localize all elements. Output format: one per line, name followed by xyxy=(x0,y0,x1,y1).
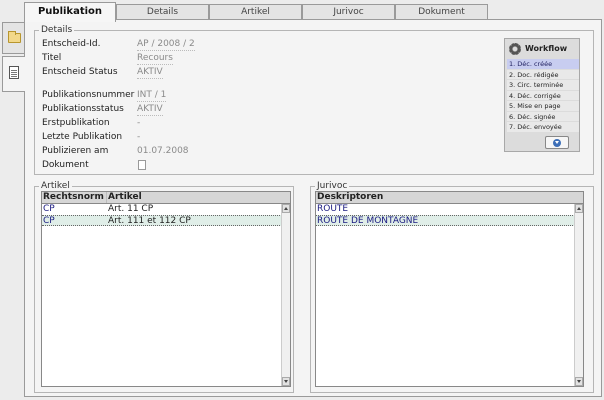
gear-icon xyxy=(509,43,521,55)
workflow-step: 2. Doc. rédigée xyxy=(507,69,579,80)
document-icon xyxy=(9,66,19,79)
workflow-steps: 1. Déc. créée 2. Doc. rédigée 3. Circ. t… xyxy=(507,59,579,133)
field-value[interactable]: Recours xyxy=(137,52,173,65)
column-header-rechtsnorm[interactable]: Rechtsnorm xyxy=(42,192,106,203)
workflow-panel: Workflow 1. Déc. créée 2. Doc. rédigée 3… xyxy=(504,38,580,152)
cell-artikel: Art. 111 et 112 CP xyxy=(108,216,191,226)
workflow-step: 5. Mise en page xyxy=(507,101,579,112)
scrollbar[interactable] xyxy=(574,204,583,386)
field-label: Entscheid Status xyxy=(42,67,118,77)
table-row[interactable]: ROUTE xyxy=(316,204,575,215)
table-header: Deskriptoren xyxy=(316,192,583,204)
workflow-step: 6. Déc. signée xyxy=(507,111,579,122)
column-header-artikel[interactable]: Artikel xyxy=(107,192,142,203)
field-label: Letzte Publikation xyxy=(42,132,123,142)
field-value: - xyxy=(137,132,141,142)
artikel-legend: Artikel xyxy=(41,181,70,191)
field-value[interactable]: AKTIV xyxy=(137,66,163,79)
tab-bar: Publikation Details Artikel Jurivoc Doku… xyxy=(24,2,490,22)
details-legend: Details xyxy=(41,25,73,35)
workflow-step: 4. Déc. corrigée xyxy=(507,90,579,101)
table-header: Rechtsnorm Artikel xyxy=(42,192,290,204)
tab-publikation[interactable]: Publikation xyxy=(24,2,116,22)
table-row[interactable]: ROUTE DE MONTAGNE xyxy=(316,215,575,226)
table-row[interactable]: CP Art. 111 et 112 CP xyxy=(42,215,282,226)
jurivoc-legend: Jurivoc xyxy=(317,181,348,191)
workflow-step: 3. Circ. terminée xyxy=(507,80,579,91)
field-value[interactable]: AKTIV xyxy=(137,103,163,116)
artikel-table: Rechtsnorm Artikel CP Art. 11 CP CP Art.… xyxy=(41,191,291,387)
scroll-up-icon[interactable] xyxy=(282,204,290,213)
scrollbar[interactable] xyxy=(281,204,290,386)
scroll-down-icon[interactable] xyxy=(575,377,583,386)
field-value[interactable]: AP / 2008 / 2 xyxy=(137,38,195,51)
cell-deskriptor: ROUTE xyxy=(317,204,349,214)
scroll-down-icon[interactable] xyxy=(282,377,290,386)
document-icon[interactable] xyxy=(138,160,146,170)
jurivoc-table: Deskriptoren ROUTE ROUTE DE MONTAGNE xyxy=(315,191,584,387)
field-label: Publikationsstatus xyxy=(42,104,124,114)
workflow-step: 1. Déc. créée xyxy=(507,59,579,70)
workflow-step: 7. Déc. envoyée xyxy=(507,122,579,133)
side-tab-folder[interactable] xyxy=(2,22,25,54)
scroll-up-icon[interactable] xyxy=(575,204,583,213)
workflow-title: Workflow xyxy=(525,44,568,53)
field-label: Dokument xyxy=(42,160,89,170)
cell-artikel: Art. 11 CP xyxy=(108,204,154,214)
side-tab-document[interactable] xyxy=(2,56,25,92)
cell-rechtsnorm: CP xyxy=(43,216,55,226)
table-row[interactable]: CP Art. 11 CP xyxy=(42,204,282,215)
column-header-deskriptoren[interactable]: Deskriptoren xyxy=(316,192,383,203)
field-label: Titel xyxy=(42,53,62,63)
field-label: Publikationsnummer xyxy=(42,90,135,100)
arrow-down-icon xyxy=(553,139,561,147)
field-value[interactable]: INT / 1 xyxy=(137,89,167,102)
field-value: - xyxy=(137,118,141,128)
cell-rechtsnorm: CP xyxy=(43,204,55,214)
field-label: Erstpublikation xyxy=(42,118,110,128)
field-label: Publizieren am xyxy=(42,146,109,156)
field-value: 01.07.2008 xyxy=(137,146,189,156)
cell-deskriptor: ROUTE DE MONTAGNE xyxy=(317,216,419,226)
folder-icon xyxy=(8,31,21,43)
workflow-advance-button[interactable] xyxy=(545,136,569,149)
workflow-header: Workflow xyxy=(507,41,579,57)
field-label: Entscheid-Id. xyxy=(42,39,101,49)
